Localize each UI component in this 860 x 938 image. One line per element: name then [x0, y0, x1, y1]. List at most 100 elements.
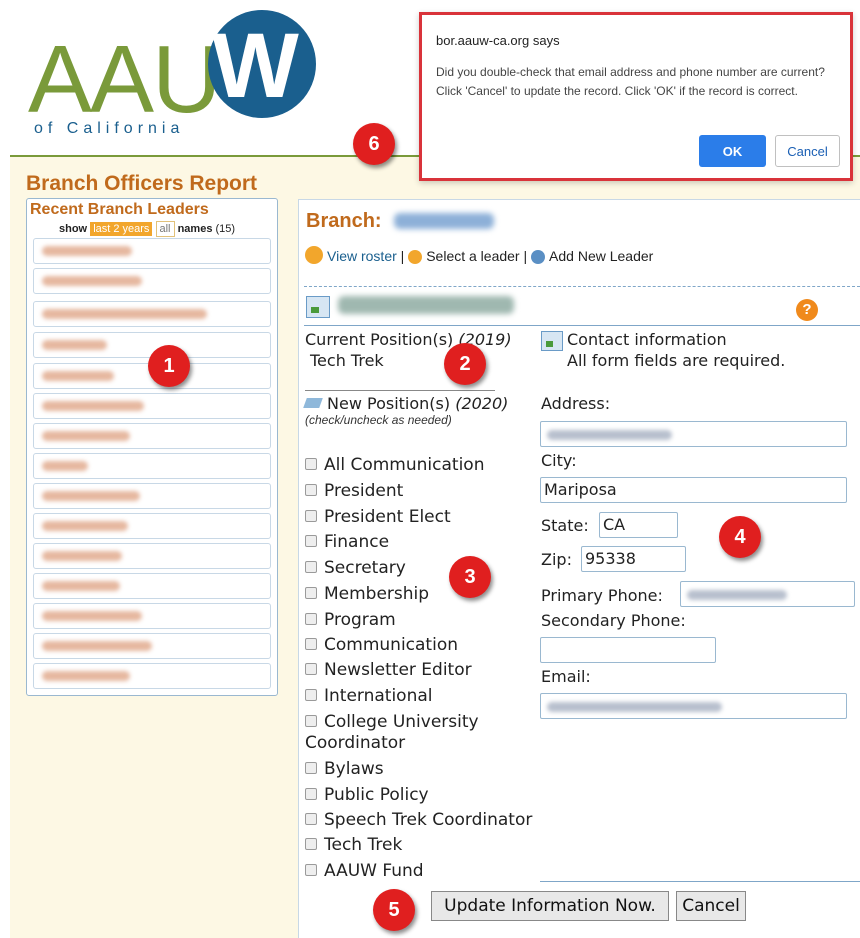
position-checkbox-newsletter-editor[interactable]: Newsletter Editor: [305, 660, 472, 681]
state-label: State:: [541, 516, 589, 535]
roster-icon: [305, 246, 323, 264]
position-checkbox-aauw-fund[interactable]: AAUW Fund: [305, 861, 424, 882]
add-new-leader-link[interactable]: Add New Leader: [549, 248, 653, 264]
city-input[interactable]: Mariposa: [540, 477, 847, 503]
confirm-dialog: bor.aauw-ca.org says Did you double-chec…: [419, 12, 853, 181]
annotation-marker-1: 1: [148, 345, 190, 387]
checkbox[interactable]: [305, 561, 317, 573]
checkbox[interactable]: [305, 510, 317, 522]
position-checkbox-program[interactable]: Program: [305, 610, 396, 631]
branch-actions: View roster | Select a leader | Add New …: [305, 246, 653, 264]
email-input[interactable]: [540, 693, 847, 719]
checkbox[interactable]: [305, 663, 317, 675]
select-leader-icon: [408, 250, 423, 264]
position-checkbox-communication[interactable]: Communication: [305, 635, 458, 656]
show-label: show: [59, 223, 88, 235]
filter-last-2-years[interactable]: last 2 years: [90, 222, 153, 236]
leader-item[interactable]: [33, 423, 271, 449]
position-checkbox-president-elect[interactable]: President Elect: [305, 507, 451, 528]
annotation-marker-2: 2: [444, 343, 486, 385]
checkbox[interactable]: [305, 689, 317, 701]
annotation-marker-3: 3: [449, 556, 491, 598]
add-leader-icon: [531, 250, 546, 264]
zip-input[interactable]: 95338: [581, 546, 686, 572]
update-information-button[interactable]: Update Information Now.: [431, 891, 669, 921]
checkbox[interactable]: [305, 484, 317, 496]
link-separator: |: [523, 248, 528, 264]
checkbox[interactable]: [305, 587, 317, 599]
city-label: City:: [541, 451, 577, 470]
leader-item[interactable]: [33, 573, 271, 599]
checkbox[interactable]: [305, 613, 317, 625]
address-input[interactable]: [540, 421, 847, 447]
recent-leaders-title: Recent Branch Leaders: [30, 201, 209, 218]
leader-item[interactable]: [33, 483, 271, 509]
position-checkbox-secretary[interactable]: Secretary: [305, 558, 406, 579]
checkbox[interactable]: [305, 535, 317, 547]
position-checkbox-membership[interactable]: Membership: [305, 584, 429, 605]
contact-info-note: All form fields are required.: [567, 351, 786, 370]
state-input[interactable]: CA: [599, 512, 678, 538]
checkbox[interactable]: [305, 638, 317, 650]
leaders-filter-row: show last 2 years all names (15): [59, 221, 235, 237]
logo-w-circle: W: [208, 10, 316, 118]
checkbox[interactable]: [305, 838, 317, 850]
annotation-marker-4: 4: [719, 516, 761, 558]
new-positions-hint: (check/uncheck as needed): [305, 413, 452, 427]
zip-label: Zip:: [541, 550, 572, 569]
filter-all[interactable]: all: [155, 221, 175, 237]
tag-icon: [303, 398, 323, 408]
address-label: Address:: [541, 394, 611, 413]
annotation-marker-5: 5: [373, 889, 415, 931]
leader-item[interactable]: [33, 393, 271, 419]
checkbox[interactable]: [305, 715, 317, 727]
current-positions-label: Current Position(s): [305, 330, 454, 349]
position-checkbox-public-policy[interactable]: Public Policy: [305, 785, 429, 806]
leader-item[interactable]: [33, 543, 271, 569]
names-label: names: [177, 223, 213, 235]
checkbox[interactable]: [305, 788, 317, 800]
names-count: (15): [215, 223, 236, 235]
cancel-button[interactable]: Cancel: [676, 891, 746, 921]
leader-item[interactable]: [33, 268, 271, 294]
dialog-ok-button[interactable]: OK: [699, 135, 766, 167]
checkbox[interactable]: [305, 458, 317, 470]
secondary-phone-input[interactable]: [540, 637, 716, 663]
select-leader-link[interactable]: Select a leader: [426, 248, 519, 264]
position-checkbox-all-communication[interactable]: All Communication: [305, 455, 484, 476]
checkbox[interactable]: [305, 813, 317, 825]
current-positions-heading: Current Position(s) (2019): [305, 330, 512, 349]
help-icon[interactable]: ?: [796, 299, 818, 321]
checkbox[interactable]: [305, 864, 317, 876]
leader-item[interactable]: [33, 238, 271, 264]
position-checkbox-president[interactable]: President: [305, 481, 403, 502]
branch-name-redacted: [394, 213, 494, 229]
contact-card-icon: [541, 331, 563, 351]
position-checkbox-speech-trek-coordinator[interactable]: Speech Trek Coordinator: [305, 810, 532, 831]
dialog-message: Did you double-check that email address …: [436, 65, 825, 98]
logo-w-text: W: [212, 15, 299, 117]
position-checkbox-international[interactable]: International: [305, 686, 433, 707]
leader-item[interactable]: [33, 633, 271, 659]
position-checkbox-college-university[interactable]: College University: [305, 712, 479, 733]
checkbox[interactable]: [305, 762, 317, 774]
leader-item[interactable]: [33, 453, 271, 479]
position-checkbox-finance[interactable]: Finance: [305, 532, 389, 553]
contact-info-title: Contact information: [567, 330, 727, 349]
leader-item[interactable]: [33, 663, 271, 689]
position-checkbox-tech-trek[interactable]: Tech Trek: [305, 835, 402, 856]
email-label: Email:: [541, 667, 591, 686]
position-checkbox-bylaws[interactable]: Bylaws: [305, 759, 384, 780]
person-card-icon: [306, 296, 330, 318]
leader-item[interactable]: [33, 513, 271, 539]
primary-phone-input[interactable]: [680, 581, 855, 607]
leader-item[interactable]: [33, 603, 271, 629]
current-position-value: Tech Trek: [310, 351, 384, 370]
section-divider: [304, 325, 860, 326]
new-positions-year: (2020): [455, 394, 509, 413]
view-roster-link[interactable]: View roster: [327, 248, 397, 264]
leader-item[interactable]: [33, 301, 271, 327]
dialog-cancel-button[interactable]: Cancel: [775, 135, 840, 167]
link-separator: |: [400, 248, 405, 264]
section-divider: [304, 286, 860, 287]
